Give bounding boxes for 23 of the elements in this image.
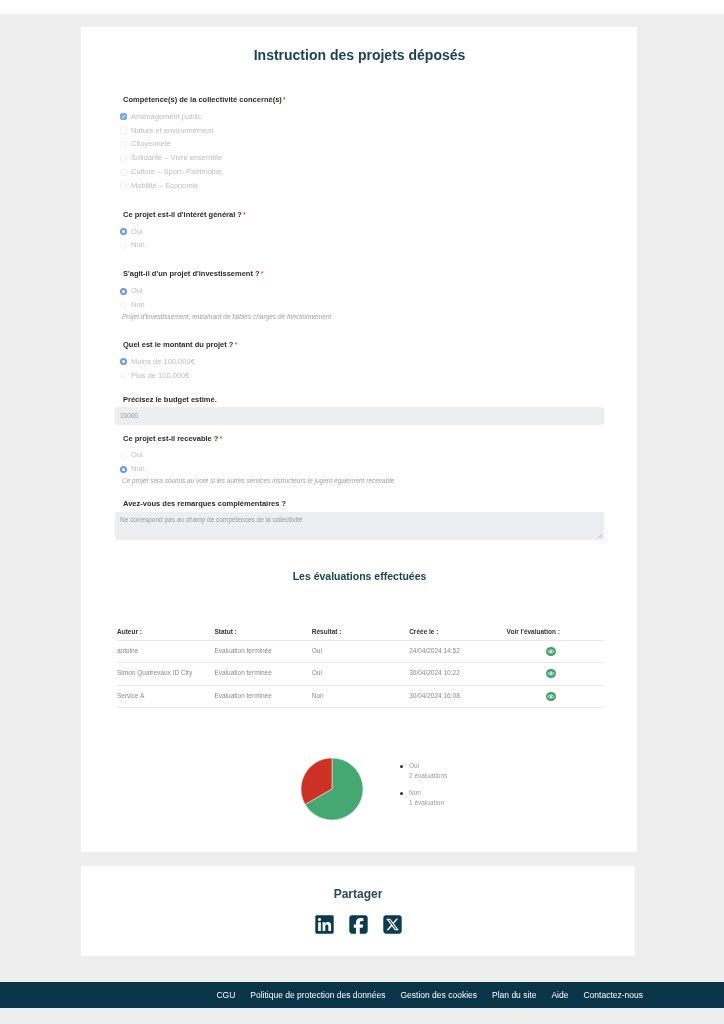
footer-link[interactable]: Plan du site <box>492 990 537 1001</box>
bullet-icon <box>400 791 403 795</box>
share-title: Partager <box>333 886 383 903</box>
footer-link[interactable]: Politique de protection des données <box>250 990 386 1001</box>
eye-icon[interactable] <box>546 691 557 701</box>
checkbox[interactable] <box>120 113 127 121</box>
section-title: Les évaluations effectuées <box>292 569 427 585</box>
resize-grip-icon[interactable] <box>598 534 602 539</box>
footer-link[interactable]: CGU <box>216 990 236 1001</box>
footer-link[interactable]: Contactez-nous <box>583 990 643 1001</box>
bullet-icon <box>400 764 403 768</box>
eye-icon[interactable] <box>546 669 557 679</box>
footer-link[interactable]: Gestion des cookies <box>400 990 477 1001</box>
radio-button[interactable] <box>120 358 127 366</box>
x-logo-icon[interactable] <box>381 914 403 936</box>
radio-button[interactable] <box>120 287 127 295</box>
facebook-icon[interactable] <box>347 914 369 936</box>
page-title: Instruction des projets déposés <box>253 46 466 65</box>
footer-link[interactable]: Aide <box>551 990 569 1001</box>
eye-icon[interactable] <box>546 646 557 656</box>
radio-button[interactable] <box>120 228 127 236</box>
radio-button[interactable] <box>120 465 127 473</box>
linkedin-icon[interactable] <box>313 914 335 936</box>
